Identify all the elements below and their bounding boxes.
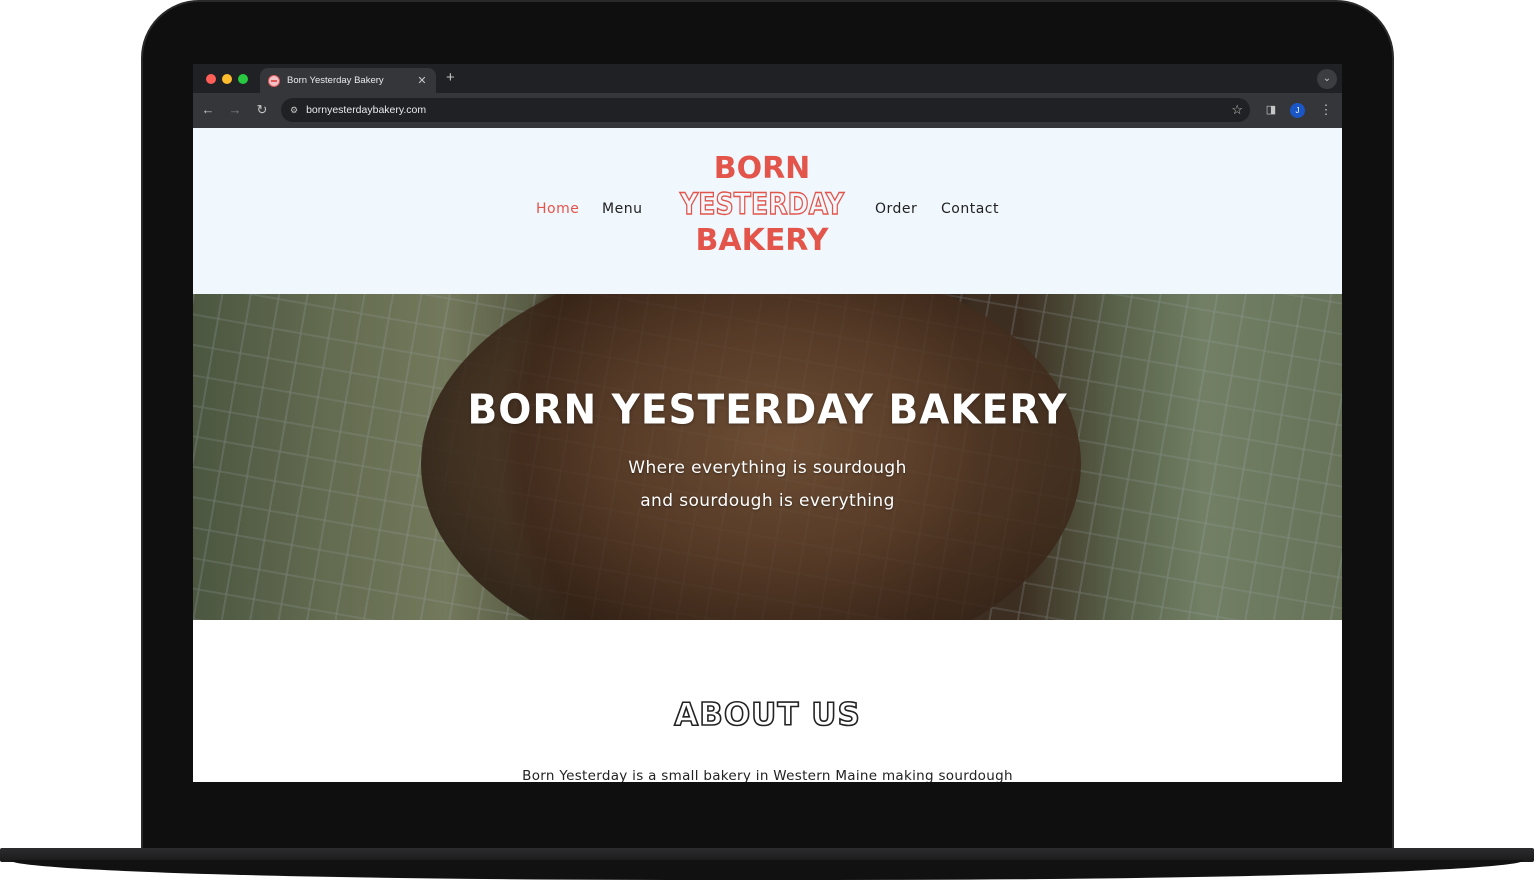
reload-icon[interactable]: ↻ (253, 101, 271, 119)
tab-title: Born Yesterday Bakery (287, 75, 384, 86)
tab-close-icon[interactable]: ✕ (416, 74, 428, 87)
hero-title: BORN YESTERDAY BAKERY (467, 386, 1068, 435)
browser-tab[interactable]: Born Yesterday Bakery ✕ (260, 68, 436, 93)
site-header: Home Menu BORN YESTERDAY BAKERY Order Co… (193, 128, 1342, 294)
browser-menu-icon[interactable]: ⋮ (1317, 101, 1335, 119)
bakery-logo[interactable]: BORN YESTERDAY BAKERY (672, 150, 852, 262)
nav-home-link[interactable]: Home (536, 201, 579, 217)
url-text[interactable]: bornyesterdaybakery.com (306, 104, 426, 116)
nav-order-link[interactable]: Order (875, 201, 917, 217)
laptop-base (0, 848, 1534, 882)
logo-text-born: BORN (714, 151, 811, 186)
hero-shade (193, 294, 1342, 620)
tab-bar: Born Yesterday Bakery ✕ + ⌄ (193, 64, 1342, 93)
profile-avatar[interactable]: J (1290, 103, 1305, 118)
address-bar[interactable]: ⚙ bornyesterdaybakery.com ☆ (281, 98, 1250, 122)
hero-subtitle-line1: Where everything is sourdough (628, 458, 907, 478)
side-panel-icon[interactable]: ◨ (1262, 101, 1280, 119)
new-tab-button[interactable]: + (446, 69, 455, 86)
bookmark-star-icon[interactable]: ☆ (1231, 102, 1243, 118)
minimize-window-button[interactable] (222, 74, 232, 84)
website: Home Menu BORN YESTERDAY BAKERY Order Co… (193, 128, 1342, 782)
maximize-window-button[interactable] (238, 74, 248, 84)
tab-search-chevron-icon[interactable]: ⌄ (1317, 69, 1337, 89)
back-arrow-icon[interactable]: ← (199, 101, 217, 119)
favicon-icon (268, 74, 280, 87)
logo-text-yesterday: YESTERDAY (679, 187, 845, 221)
site-info-icon[interactable]: ⚙ (290, 105, 298, 116)
forward-arrow-icon[interactable]: → (226, 101, 244, 119)
nav-contact-link[interactable]: Contact (941, 201, 999, 217)
close-window-button[interactable] (206, 74, 216, 84)
browser-window: Born Yesterday Bakery ✕ + ⌄ ← → ↻ ⚙ born… (193, 64, 1342, 782)
browser-toolbar: ← → ↻ ⚙ bornyesterdaybakery.com ☆ ◨ J ⋮ (193, 93, 1342, 128)
laptop-bottom (10, 860, 1524, 880)
logo-text-bakery: BAKERY (695, 223, 829, 258)
hero-banner: BORN YESTERDAY BAKERY Where everything i… (193, 294, 1342, 620)
about-text: Born Yesterday is a small bakery in West… (522, 768, 1013, 782)
about-title: ABOUT US (673, 696, 861, 734)
nav-menu-link[interactable]: Menu (602, 201, 642, 217)
hero-subtitle-line2: and sourdough is everything (640, 491, 895, 511)
